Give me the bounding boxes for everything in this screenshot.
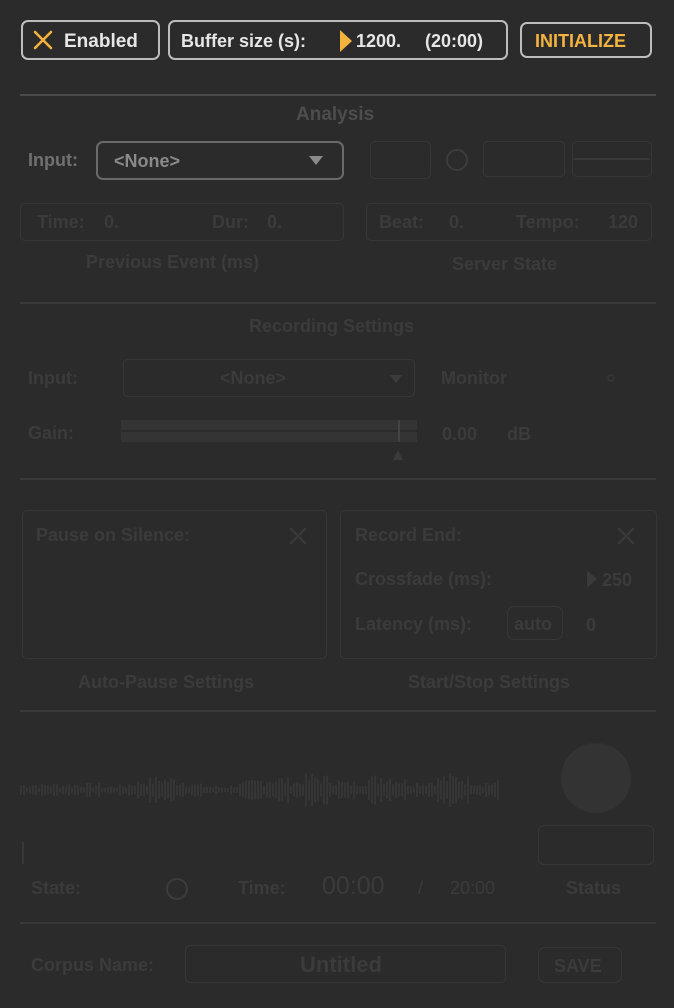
latency-label: Latency (ms):: [355, 614, 473, 634]
analysis-input-dropdown[interactable]: <None>: [96, 141, 344, 180]
monitor-toggle-icon[interactable]: [606, 373, 616, 383]
analysis-title: Analysis: [296, 104, 375, 125]
time-value: 0.: [104, 212, 120, 232]
monitor-label: Monitor: [441, 368, 507, 388]
save-label: SAVE: [554, 956, 602, 976]
gain-unit: dB: [507, 424, 531, 444]
gain-marker-triangle-icon: [393, 450, 403, 460]
gain-value[interactable]: 0.00: [442, 424, 477, 445]
gain-slider-track-top: [121, 420, 417, 430]
server-state-box: Beat: 0. Tempo: 120: [366, 203, 652, 241]
enabled-label: Enabled: [64, 31, 138, 52]
record-button[interactable]: [561, 743, 631, 813]
gain-slider-track-bottom: [121, 432, 417, 442]
recording-divider: [20, 478, 656, 480]
settings-divider: [20, 710, 656, 712]
gain-slider-handle[interactable]: [398, 420, 400, 442]
initialize-label: INITIALIZE: [535, 31, 626, 51]
transport-time-label: Time:: [238, 878, 286, 898]
total-time-value: 20:00: [450, 878, 496, 898]
waveform-display: [20, 773, 499, 807]
top-divider: [20, 94, 656, 96]
corpus-name-label: Corpus Name:: [31, 955, 155, 975]
auto-label: auto: [514, 614, 552, 634]
auto-pause-caption: Auto-Pause Settings: [78, 672, 255, 692]
analysis-meter-box: [370, 141, 431, 179]
corpus-name-field[interactable]: Untitled: [185, 945, 506, 983]
record-end-label: Record End:: [355, 525, 463, 545]
auto-latency-button[interactable]: auto: [507, 606, 563, 640]
chevron-down-icon: [309, 156, 323, 165]
latency-value[interactable]: 0: [586, 615, 596, 636]
analysis-display-box-2: [572, 141, 652, 177]
enabled-toggle-button[interactable]: Enabled: [21, 20, 160, 60]
gain-slider[interactable]: [121, 420, 417, 444]
initialize-button[interactable]: INITIALIZE: [520, 22, 652, 58]
tempo-label: Tempo:: [516, 212, 580, 232]
close-icon[interactable]: [288, 526, 308, 546]
gain-label: Gain:: [28, 423, 75, 443]
dur-value: 0.: [267, 212, 283, 232]
state-indicator-led: [166, 878, 188, 900]
recording-input-value: <None>: [220, 368, 287, 388]
status-display: [538, 825, 654, 865]
status-label: Status: [566, 878, 622, 898]
pause-on-silence-label: Pause on Silence:: [36, 525, 191, 545]
x-icon: [33, 30, 53, 50]
close-icon[interactable]: [616, 526, 636, 546]
buffer-size-field[interactable]: Buffer size (s): 1200. (20:00): [168, 20, 508, 60]
analysis-divider: [20, 302, 656, 304]
server-state-caption: Server State: [452, 254, 558, 274]
auto-pause-panel: Pause on Silence:: [22, 510, 327, 659]
analysis-display-divider: [573, 158, 650, 160]
crossfade-value[interactable]: 250: [602, 570, 632, 591]
beat-value: 0.: [449, 212, 465, 232]
save-button[interactable]: SAVE: [538, 947, 622, 983]
chevron-down-icon: [390, 375, 402, 383]
crossfade-label: Crossfade (ms):: [355, 569, 493, 589]
recording-input-dropdown[interactable]: <None>: [123, 359, 415, 397]
dur-label: Dur:: [212, 212, 249, 232]
time-label: Time:: [37, 212, 85, 232]
transport-divider: [20, 922, 656, 924]
previous-event-caption: Previous Event (ms): [86, 252, 260, 272]
tempo-value: 120: [608, 212, 639, 232]
beat-label: Beat:: [379, 212, 425, 232]
analysis-indicator-led: [446, 149, 468, 171]
corpus-name-value: Untitled: [300, 952, 382, 977]
analysis-display-box: [483, 141, 565, 177]
waveform-start-marker: [22, 842, 24, 864]
analysis-input-value: <None>: [114, 151, 181, 171]
buffer-size-label: Buffer size (s):: [181, 31, 307, 51]
previous-event-box: Time: 0. Dur: 0.: [20, 203, 344, 241]
play-triangle-icon: [587, 570, 597, 588]
time-separator: /: [418, 878, 424, 898]
start-stop-panel: Record End: Crossfade (ms): 250 Latency …: [340, 510, 657, 659]
buffer-time-readout: (20:00): [425, 31, 484, 51]
start-stop-caption: Start/Stop Settings: [408, 672, 571, 692]
recording-settings-title: Recording Settings: [249, 316, 415, 336]
play-triangle-icon: [340, 30, 352, 52]
recording-input-label: Input:: [28, 368, 78, 388]
transport-time-value: 00:00: [322, 872, 385, 900]
buffer-size-value[interactable]: 1200.: [356, 31, 401, 52]
state-label: State:: [31, 878, 82, 898]
analysis-input-label: Input:: [28, 150, 78, 170]
